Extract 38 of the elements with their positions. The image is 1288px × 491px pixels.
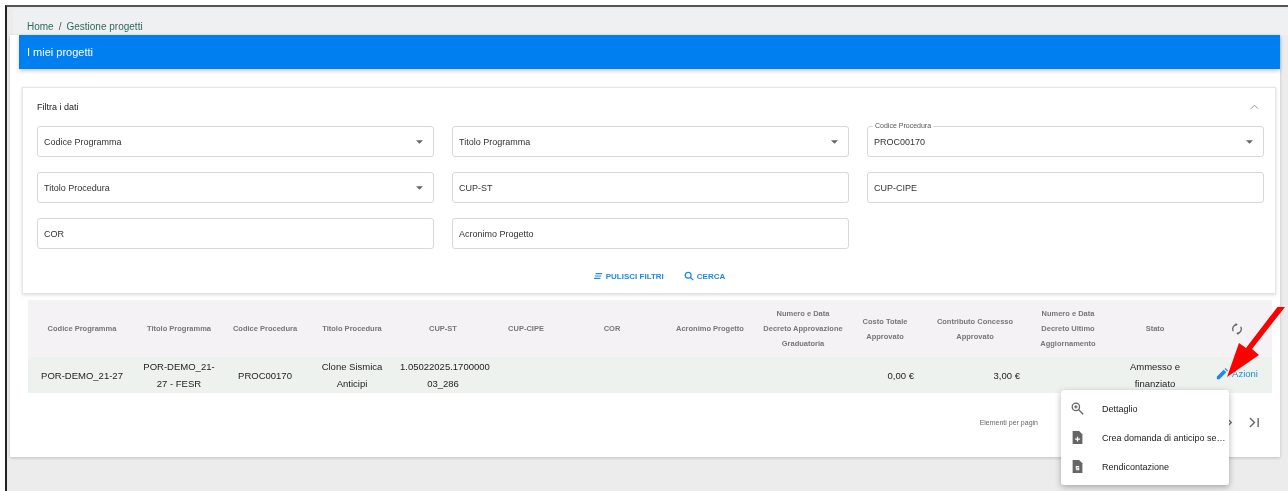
input-field[interactable]: Acronimo Progetto [452, 218, 849, 249]
menu-item[interactable]: Dettaglio [1061, 394, 1229, 423]
search-icon [683, 271, 694, 281]
refresh-icon[interactable] [1231, 322, 1243, 335]
select-field[interactable]: Titolo Procedura [37, 172, 434, 203]
lines-icon [592, 272, 603, 280]
clear-filters-button[interactable]: PULISCI FILTRI [592, 269, 664, 283]
zoom-in-icon [1071, 402, 1084, 415]
table-cell: POR-DEMO_21-27 - FESR [143, 361, 215, 389]
search-button[interactable]: CERCA [683, 269, 726, 283]
table-cell: 0,00 € [887, 369, 914, 381]
menu-item[interactable]: Crea domanda di anticipo se… [1061, 423, 1229, 452]
table-cell: Clone Sismica Anticipi [321, 361, 383, 389]
dropdown-caret-icon [416, 139, 423, 144]
table-cell: Ammesso e finanziato [1129, 361, 1181, 389]
file-icon [1071, 460, 1084, 473]
file-plus-icon [1071, 431, 1084, 444]
menu-item[interactable]: Rendicontazione [1061, 452, 1229, 481]
filter-title: Filtra i dati [37, 102, 79, 112]
table-cell: POR-DEMO_21-27 [41, 369, 123, 381]
table-cell: 1.05022025.1700000 03_286 [400, 361, 490, 389]
breadcrumb-link[interactable]: Home [27, 21, 54, 33]
breadcrumb-link[interactable]: Gestione progetti [66, 21, 143, 33]
dropdown-caret-icon [831, 139, 838, 144]
table-cell: 3,00 € [993, 369, 1020, 381]
table-cell: PROC00170 [238, 369, 292, 381]
annotation-arrow-icon [1227, 307, 1287, 377]
breadcrumb-separator: / [58, 21, 62, 33]
input-field[interactable]: CUP-ST [452, 172, 849, 203]
select-field[interactable]: Titolo Programma [452, 126, 849, 157]
dropdown-caret-icon [1246, 139, 1253, 144]
input-field[interactable]: COR [37, 218, 434, 249]
page-title: I miei progetti [27, 46, 94, 58]
select-field[interactable]: Codice Programma [37, 126, 434, 157]
last-page-icon[interactable] [1249, 416, 1260, 428]
dropdown-caret-icon [416, 185, 423, 190]
input-field[interactable]: CUP-CIPE [867, 172, 1264, 203]
pencil-icon [1216, 367, 1229, 380]
